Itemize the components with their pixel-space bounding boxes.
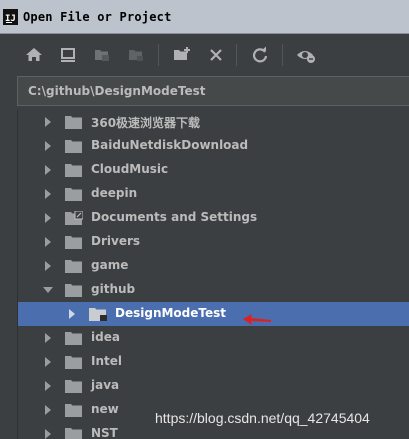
tree-item-label: java [91, 378, 120, 392]
folder-icon [65, 332, 82, 345]
tree-item[interactable]: BaiduNetdiskDownload [18, 134, 409, 158]
folder-icon [65, 380, 82, 393]
project-folder-icon[interactable] [90, 43, 114, 67]
tree-item-label: NST [91, 426, 118, 439]
tree-item-label: new [91, 402, 119, 416]
chevron-right-icon[interactable] [43, 429, 53, 439]
tree-item[interactable]: CloudMusic [18, 158, 409, 182]
watermark: https://blog.csdn.net/qq_42745404 [155, 410, 370, 426]
folder-icon [65, 211, 83, 225]
tree-item[interactable]: github [18, 278, 409, 302]
folder-icon [65, 116, 82, 129]
tree-item[interactable]: idea [18, 326, 409, 350]
tree-item-label: 360极速浏览器下载 [91, 116, 201, 130]
folder-icon [65, 428, 82, 439]
eye-icon[interactable] [294, 43, 318, 67]
tree-item-label: BaiduNetdiskDownload [91, 138, 249, 152]
tree-item-label: Intel [91, 354, 122, 368]
annotation-arrow-icon [243, 314, 271, 325]
tree-item-label: github [91, 282, 136, 296]
folder-icon [65, 404, 82, 417]
file-tree[interactable]: 360极速浏览器下载 BaiduNetdiskDownload CloudMusic… [17, 110, 409, 439]
tree-item-label: Documents and Settings [91, 210, 258, 224]
home-icon[interactable] [22, 43, 46, 67]
chevron-right-icon[interactable] [43, 333, 53, 343]
tree-item[interactable]: game [18, 254, 409, 278]
path-field-container [17, 76, 409, 106]
folder-icon [65, 260, 82, 273]
chevron-right-icon[interactable] [67, 309, 77, 319]
tree-item-label: DesignModeTest [115, 306, 227, 320]
tree-item-selected[interactable]: DesignModeTest [18, 302, 409, 326]
folder-icon [89, 308, 107, 321]
folder-icon [65, 356, 82, 369]
chevron-right-icon[interactable] [43, 117, 53, 127]
folder-icon [65, 140, 82, 153]
tree-item-label: deepin [91, 186, 138, 200]
new-folder-icon[interactable] [170, 43, 194, 67]
chevron-right-icon[interactable] [43, 165, 53, 175]
folder-icon [65, 284, 82, 297]
chevron-right-icon[interactable] [43, 261, 53, 271]
monitor-icon[interactable] [56, 43, 80, 67]
folder-icon [65, 188, 82, 201]
title-bar: IJ Open File or Project [0, 0, 409, 34]
chevron-right-icon[interactable] [43, 213, 53, 223]
module-icon[interactable] [124, 43, 148, 67]
chevron-right-icon[interactable] [43, 405, 53, 415]
tree-item[interactable]: java [18, 374, 409, 398]
chevron-right-icon[interactable] [43, 189, 53, 199]
chevron-right-icon[interactable] [43, 381, 53, 391]
toolbar [0, 34, 409, 76]
intellij-idea-logo-icon: IJ [3, 9, 18, 25]
tree-item-label: CloudMusic [91, 162, 169, 176]
refresh-icon[interactable] [248, 43, 272, 67]
chevron-right-icon[interactable] [43, 357, 53, 367]
folder-icon [65, 236, 82, 249]
tree-item[interactable]: deepin [18, 182, 409, 206]
chevron-right-icon[interactable] [43, 237, 53, 247]
tree-item-label: idea [91, 330, 120, 344]
tree-item[interactable]: 360极速浏览器下载 [18, 110, 409, 134]
tree-item-label: Drivers [91, 234, 141, 248]
chevron-down-icon[interactable] [43, 285, 53, 295]
tree-item[interactable]: Documents and Settings [18, 206, 409, 230]
tree-item[interactable]: Drivers [18, 230, 409, 254]
close-icon[interactable] [204, 43, 228, 67]
folder-icon [65, 164, 82, 177]
tree-item-label: game [91, 258, 129, 272]
path-input[interactable] [18, 77, 409, 105]
tree-item[interactable]: Intel [18, 350, 409, 374]
window-title: Open File or Project [23, 10, 172, 24]
chevron-right-icon[interactable] [43, 141, 53, 151]
